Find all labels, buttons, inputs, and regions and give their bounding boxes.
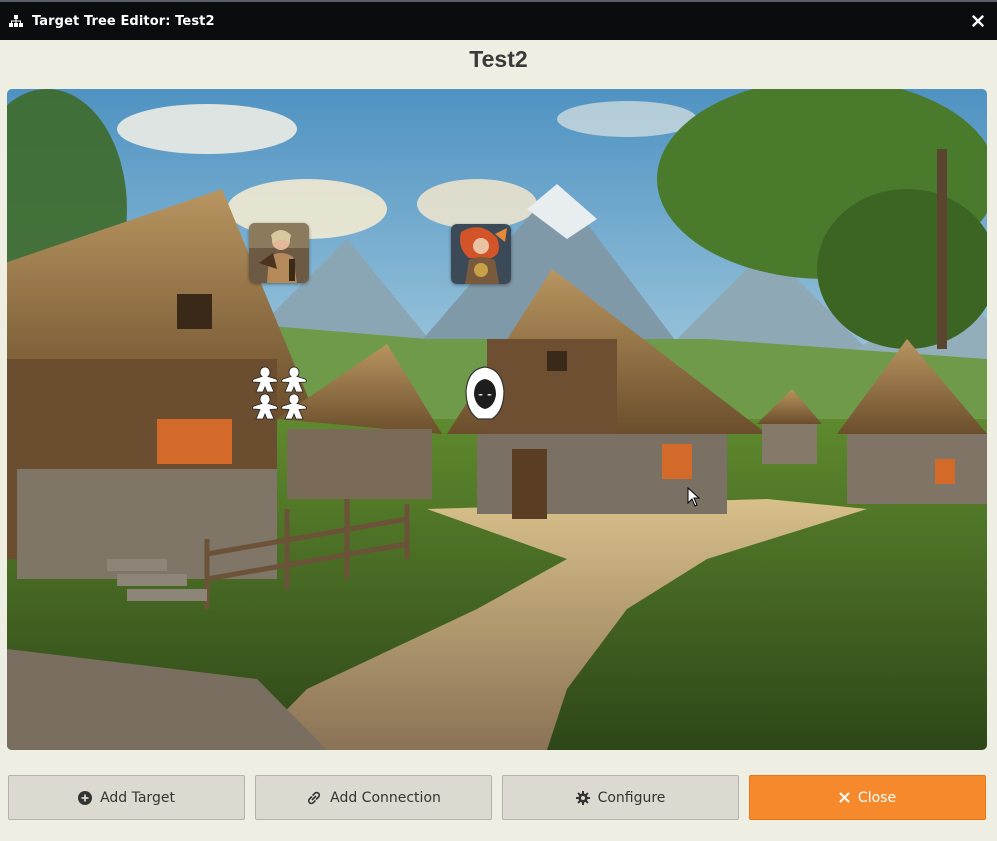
gear-icon — [575, 790, 590, 805]
redhead-fighter-portrait-icon[interactable] — [451, 224, 511, 284]
add-target-label: Add Target — [100, 789, 175, 806]
page-title: Test2 — [469, 46, 528, 72]
window-title: Target Tree Editor: Test2 — [32, 13, 215, 29]
action-button-row: Add Target Add Connection Configure Clos… — [8, 775, 988, 820]
plus-circle-icon — [78, 790, 93, 805]
target-tree-editor-window: Target Tree Editor: Test2 Test2 Add Targ… — [0, 0, 997, 841]
configure-label: Configure — [597, 789, 666, 806]
add-target-button[interactable]: Add Target — [8, 775, 245, 820]
add-connection-button[interactable]: Add Connection — [255, 775, 492, 820]
warrior-portrait-icon[interactable] — [249, 223, 309, 283]
close-button[interactable]: Close — [749, 775, 986, 820]
close-icon — [839, 792, 850, 803]
link-icon — [306, 791, 322, 805]
party-meeples-icon[interactable] — [251, 365, 309, 421]
add-connection-label: Add Connection — [330, 789, 441, 806]
target-tree-canvas[interactable] — [7, 89, 987, 750]
mouse-cursor-icon — [687, 487, 701, 507]
close-icon[interactable] — [967, 10, 989, 32]
configure-button[interactable]: Configure — [502, 775, 739, 820]
sitemap-icon — [8, 13, 24, 29]
close-label: Close — [857, 789, 897, 806]
hooded-figure-icon[interactable] — [462, 365, 508, 421]
title-bar[interactable]: Target Tree Editor: Test2 — [0, 0, 997, 40]
